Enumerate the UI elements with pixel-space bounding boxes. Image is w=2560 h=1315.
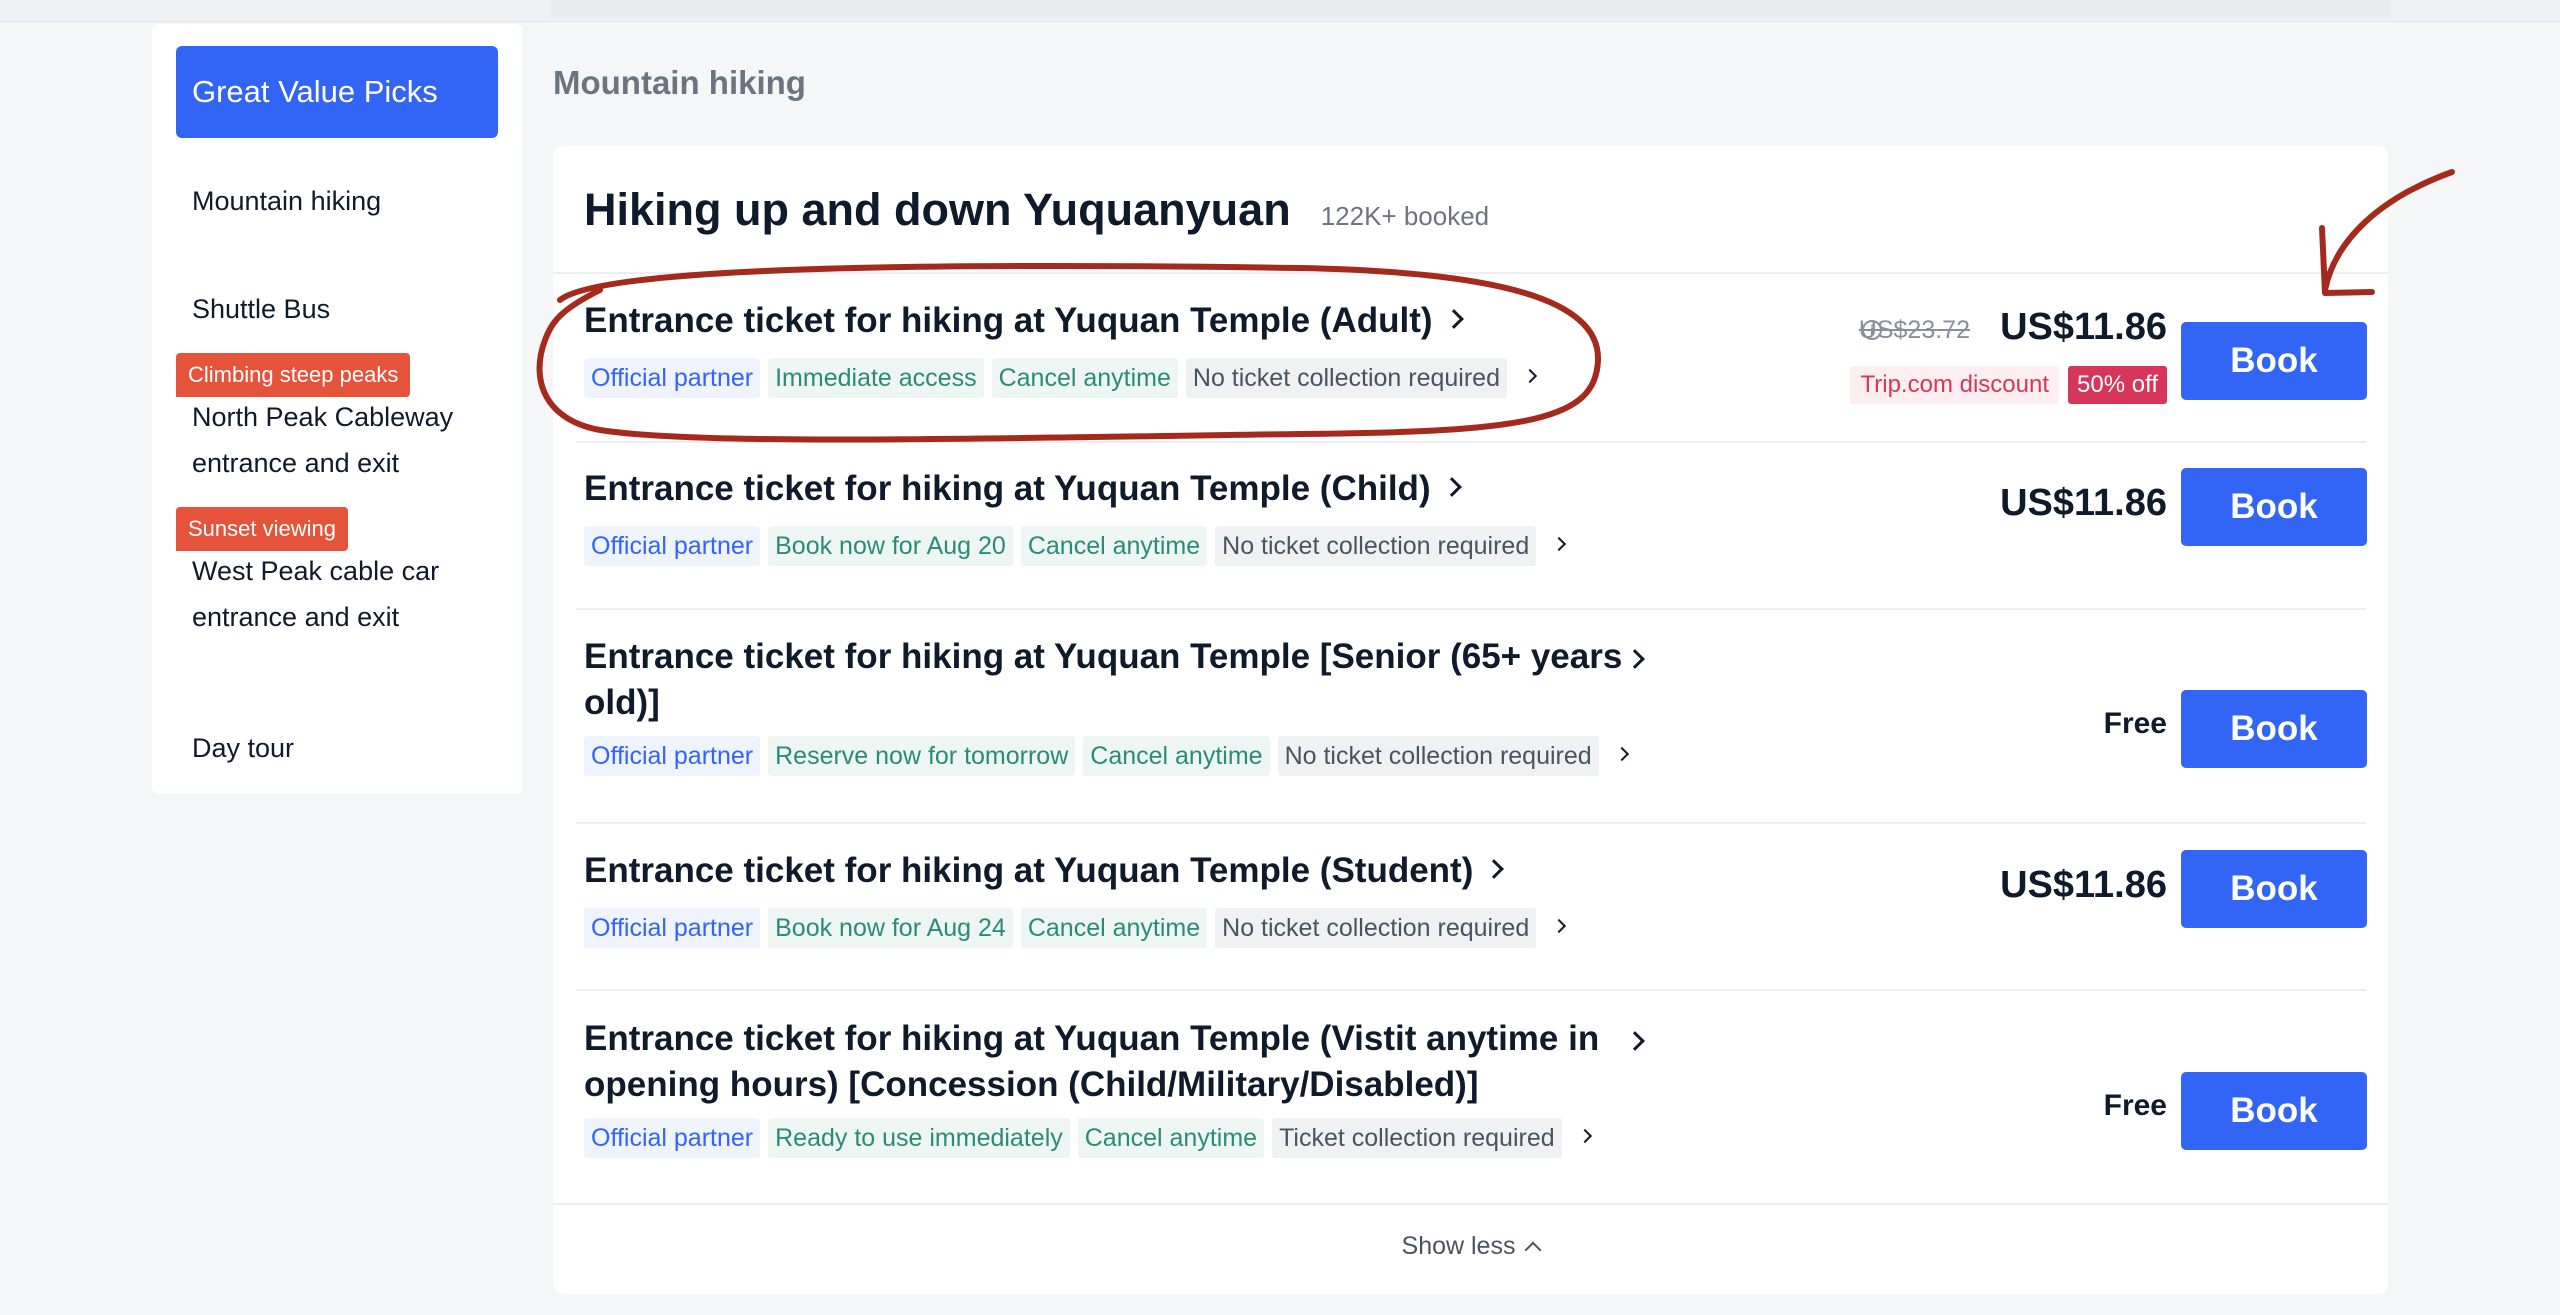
ticket-title-link[interactable]: Entrance ticket for hiking at Yuquan Tem… — [584, 1016, 1634, 1108]
chevron-right-icon — [1484, 858, 1505, 879]
tag-collection: No ticket collection required — [1215, 526, 1537, 566]
tag-collection: No ticket collection required — [1215, 908, 1537, 948]
ticket-title: Entrance ticket for hiking at Yuquan Tem… — [584, 851, 1474, 890]
tag-cancel: Cancel anytime — [1077, 1118, 1265, 1158]
chevron-right-icon — [1577, 1128, 1592, 1144]
sidebar-item-shuttle-bus[interactable]: Shuttle Bus — [192, 286, 330, 332]
show-less-button[interactable]: Show less — [553, 1232, 2388, 1261]
original-price: US$23.72 — [1858, 316, 1970, 344]
ticket-title-link[interactable]: Entrance ticket for hiking at Yuquan Tem… — [584, 298, 1634, 344]
ticket-title-line-2: opening hours) [Concession (Child/Milita… — [584, 1065, 1479, 1104]
sidebar-tag-climbing-steep-peaks: Climbing steep peaks — [176, 353, 411, 397]
percent-off-badge: 50% off — [2068, 366, 2167, 404]
ticket-title-link[interactable]: Entrance ticket for hiking at Yuquan Tem… — [584, 848, 1634, 894]
header-divider — [553, 272, 2388, 274]
ticket-title-link[interactable]: Entrance ticket for hiking at Yuquan Tem… — [584, 466, 1634, 512]
discount-badge: Trip.com discount — [1850, 366, 2059, 404]
ticket-tags[interactable]: Official partner Book now for Aug 24 Can… — [584, 908, 1567, 948]
ticket-title-line-1: Entrance ticket for hiking at Yuquan Tem… — [584, 637, 1623, 676]
tag-availability: Immediate access — [768, 358, 984, 398]
book-button[interactable]: Book — [2181, 1072, 2367, 1150]
book-button[interactable]: Book — [2181, 322, 2367, 400]
tag-cancel: Cancel anytime — [1020, 908, 1208, 948]
ticket-tags[interactable]: Official partner Book now for Aug 20 Can… — [584, 526, 1567, 566]
tag-collection: No ticket collection required — [1277, 736, 1599, 776]
top-bar — [0, 0, 2560, 22]
chevron-right-icon — [1614, 746, 1629, 762]
book-button[interactable]: Book — [2181, 468, 2367, 546]
tag-official-partner: Official partner — [584, 908, 761, 948]
chevron-up-icon — [1524, 1241, 1542, 1259]
row-divider — [576, 608, 2366, 610]
ticket-price: Free — [2103, 707, 2167, 740]
show-less-label: Show less — [1401, 1232, 1516, 1260]
chevron-right-icon — [1522, 368, 1538, 384]
row-divider — [576, 989, 2366, 991]
chevron-right-icon — [1552, 918, 1567, 934]
tag-official-partner: Official partner — [584, 358, 761, 398]
ticket-tags[interactable]: Official partner Immediate access Cancel… — [584, 358, 1538, 398]
ticket-title-link[interactable]: Entrance ticket for hiking at Yuquan Tem… — [584, 634, 1634, 726]
section-title: Mountain hiking — [553, 64, 806, 101]
sidebar-item-day-tour[interactable]: Day tour — [192, 725, 294, 771]
tag-availability: Book now for Aug 24 — [768, 908, 1013, 948]
sidebar-item-mountain-hiking[interactable]: Mountain hiking — [192, 178, 381, 224]
tag-official-partner: Official partner — [584, 1118, 761, 1158]
chevron-right-icon — [1441, 476, 1462, 497]
ticket-title: Entrance ticket for hiking at Yuquan Tem… — [584, 469, 1431, 508]
tag-availability: Reserve now for tomorrow — [768, 736, 1076, 776]
ticket-price: US$11.86 — [2000, 306, 2167, 348]
tag-official-partner: Official partner — [584, 736, 761, 776]
ticket-tags[interactable]: Official partner Ready to use immediatel… — [584, 1118, 1592, 1158]
ticket-row-concession: Entrance ticket for hiking at Yuquan Tem… — [584, 1016, 2367, 1206]
tag-availability: Book now for Aug 20 — [768, 526, 1013, 566]
book-button[interactable]: Book — [2181, 690, 2367, 768]
ticket-price: Free — [2103, 1089, 2167, 1122]
book-button[interactable]: Book — [2181, 850, 2367, 928]
row-divider — [576, 822, 2366, 824]
row-divider — [576, 441, 2366, 443]
ticket-row-adult: Entrance ticket for hiking at Yuquan Tem… — [584, 298, 2367, 438]
ticket-title-line-1: Entrance ticket for hiking at Yuquan Tem… — [584, 1019, 1600, 1058]
tag-cancel: Cancel anytime — [991, 358, 1178, 398]
ticket-title: Entrance ticket for hiking at Yuquan Tem… — [584, 301, 1433, 340]
ticket-row-child: Entrance ticket for hiking at Yuquan Tem… — [584, 468, 2367, 608]
tag-official-partner: Official partner — [584, 526, 761, 566]
sidebar-item-north-peak-cableway[interactable]: North Peak Cableway entrance and exit — [192, 394, 492, 486]
ticket-row-student: Entrance ticket for hiking at Yuquan Tem… — [584, 848, 2367, 988]
sidebar-tag-sunset-viewing: Sunset viewing — [176, 507, 348, 551]
chevron-right-icon — [1552, 536, 1567, 552]
chevron-right-icon — [1443, 308, 1464, 329]
footer-divider — [553, 1203, 2388, 1205]
sidebar-item-great-value-picks[interactable]: Great Value Picks — [176, 46, 498, 138]
ticket-price: US$11.86 — [2000, 482, 2167, 524]
booked-count: 122K+ booked — [1320, 201, 1490, 231]
card-header: Hiking up and down Yuquanyuan 122K+ book… — [584, 184, 1489, 236]
category-sidebar: Great Value Picks Mountain hiking Shuttl… — [152, 24, 522, 794]
ticket-title-line-2: old)] — [584, 683, 660, 722]
ticket-tags[interactable]: Official partner Reserve now for tomorro… — [584, 736, 1629, 776]
product-card: Hiking up and down Yuquanyuan 122K+ book… — [553, 146, 2388, 1294]
ticket-price: US$11.86 — [2000, 864, 2167, 906]
tag-collection: Ticket collection required — [1272, 1118, 1562, 1158]
sidebar-item-west-peak-cable-car[interactable]: West Peak cable car entrance and exit — [192, 548, 462, 640]
card-title: Hiking up and down Yuquanyuan — [584, 184, 1291, 235]
ticket-row-senior: Entrance ticket for hiking at Yuquan Tem… — [584, 634, 2367, 824]
tag-availability: Ready to use immediately — [768, 1118, 1070, 1158]
top-bar-inner — [550, 0, 2390, 18]
tag-collection: No ticket collection required — [1185, 358, 1507, 398]
tag-cancel: Cancel anytime — [1083, 736, 1270, 776]
tag-cancel: Cancel anytime — [1020, 526, 1208, 566]
